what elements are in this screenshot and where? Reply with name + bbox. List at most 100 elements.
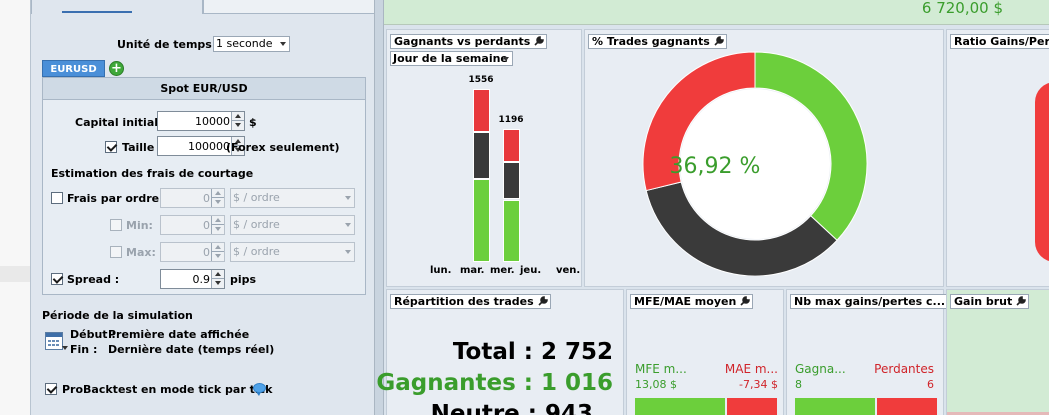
- bar-segment: [473, 178, 490, 262]
- spread-checkbox[interactable]: [51, 273, 63, 285]
- stepper-divider: [212, 197, 224, 198]
- panel-ratio: Ratio Gains/Pertes: [946, 29, 1049, 287]
- calendar-icon[interactable]: [45, 332, 68, 350]
- add-tab-icon[interactable]: +: [109, 61, 124, 76]
- capital-value: 10000: [195, 115, 230, 128]
- time-unit-label: Unité de temps :: [117, 38, 221, 51]
- max-losses-value: 6: [927, 378, 934, 391]
- max-value: 0: [203, 246, 210, 259]
- day-label: jeu.: [520, 265, 542, 276]
- lot-checkbox[interactable]: [105, 141, 117, 153]
- panel-title: MFE/MAE moyen: [630, 294, 754, 309]
- chevron-down-icon: [345, 250, 351, 254]
- fees-stepper[interactable]: [211, 189, 224, 207]
- min-unit-select[interactable]: $ / ordre: [230, 215, 355, 235]
- chevron-down-icon: [345, 196, 351, 200]
- fees-unit-value: $ / ordre: [233, 191, 280, 204]
- stepper-divider: [232, 120, 244, 121]
- donut-center-value: 36,92 %: [669, 154, 761, 179]
- bar-segment: [473, 132, 490, 179]
- neutral-count: Neutre : 943: [430, 401, 593, 415]
- wrench-icon[interactable]: [1016, 296, 1027, 306]
- stepper-up-icon: [235, 114, 241, 118]
- max-unit-value: $ / ordre: [233, 245, 280, 258]
- panel-title: Gain brut: [950, 294, 1030, 309]
- fees-label: Frais par ordre :: [67, 192, 168, 205]
- capital-unit: $: [249, 116, 257, 129]
- stepper-down-icon: [215, 200, 221, 204]
- top-amount: 6 720,00 $: [921, 0, 1003, 17]
- day-label: mar.: [460, 265, 485, 276]
- max-checkbox[interactable]: [110, 246, 122, 258]
- top-tab-underline: [62, 11, 132, 13]
- spot-box: Spot EUR/USD: [42, 77, 366, 295]
- calendar-icon-cell: [48, 344, 51, 346]
- lot-value: 100000: [188, 140, 230, 153]
- min-stepper[interactable]: [211, 216, 224, 234]
- chevron-down-icon: [62, 346, 68, 350]
- tab-eurusd[interactable]: EURUSD: [42, 60, 105, 77]
- day-label: ven.: [556, 265, 581, 276]
- winners-count: Gagnantes : 1 016: [376, 370, 613, 396]
- capital-stepper[interactable]: [231, 112, 244, 130]
- period-header: Période de la simulation: [42, 309, 193, 322]
- tick-checkbox[interactable]: [45, 383, 57, 395]
- settings-panel: Unité de temps : 1 seconde EURUSD + Spot…: [30, 0, 375, 415]
- tick-label: ProBacktest en mode tick par tick: [62, 383, 273, 396]
- min-checkbox[interactable]: [110, 219, 122, 231]
- min-value: 0: [203, 219, 210, 232]
- stepper-divider: [212, 224, 224, 225]
- strip-highlight: [0, 266, 30, 282]
- time-unit-value: 1 seconde: [216, 37, 273, 50]
- panel-max-gains: Nb max gains/pertes c... Gagna... 8 Perd…: [786, 289, 963, 415]
- stepper-down-icon: [235, 123, 241, 127]
- spread-input[interactable]: 0.9: [160, 269, 225, 289]
- spread-stepper[interactable]: [211, 270, 224, 288]
- max-wins-value: 8: [795, 378, 802, 391]
- end-value: Dernière date (temps réel): [108, 343, 275, 356]
- calendar-icon-cell: [52, 344, 55, 346]
- capital-input[interactable]: 10000: [157, 111, 245, 131]
- lot-note: (Forex seulement): [226, 141, 340, 154]
- capital-label: Capital initial :: [75, 116, 167, 129]
- bar-segment: [503, 129, 520, 163]
- time-unit-select[interactable]: 1 seconde: [213, 36, 290, 52]
- stepper-divider: [212, 251, 224, 252]
- stepper-up-icon: [215, 272, 221, 276]
- max-unit-select[interactable]: $ / ordre: [230, 242, 355, 262]
- chevron-down-icon: [280, 42, 286, 46]
- stepper-up-icon: [215, 218, 221, 222]
- stepper-down-icon: [215, 227, 221, 231]
- info-bubble-icon[interactable]: [253, 383, 266, 396]
- end-label: Fin :: [70, 343, 98, 356]
- min-input[interactable]: 0: [160, 215, 225, 235]
- fees-input[interactable]: 0: [160, 188, 225, 208]
- mae-bar: [727, 398, 777, 415]
- calendar-icon-cell: [56, 344, 59, 346]
- mfe-label: MFE m...: [635, 362, 687, 376]
- mfe-value: 13,08 $: [635, 378, 677, 391]
- max-input[interactable]: 0: [160, 242, 225, 262]
- stepper-down-icon: [215, 254, 221, 258]
- wrench-icon[interactable]: [740, 296, 751, 306]
- calendar-icon-cell: [48, 340, 51, 342]
- panel-title-text: MFE/MAE moyen: [634, 295, 737, 308]
- spot-header: Spot EUR/USD: [43, 78, 365, 100]
- splitter-handle[interactable]: [374, 0, 384, 415]
- max-stepper[interactable]: [211, 243, 224, 261]
- fees-header: Estimation des frais de courtage: [51, 167, 254, 180]
- spread-label: Spread :: [67, 273, 120, 286]
- mae-value: -7,34 $: [739, 378, 778, 391]
- left-strip: [0, 0, 30, 415]
- day-label: mer.: [490, 265, 515, 276]
- fees-checkbox[interactable]: [51, 192, 63, 204]
- top-tab-2[interactable]: [203, 0, 375, 14]
- min-unit-value: $ / ordre: [233, 218, 280, 231]
- fees-unit-select[interactable]: $ / ordre: [230, 188, 355, 208]
- bar-chart: lun. 1556 mar. 1196 mer. jeu. ven.: [384, 0, 584, 300]
- fees-value: 0: [203, 192, 210, 205]
- top-tab-1[interactable]: [31, 0, 203, 14]
- spread-value: 0.9: [192, 273, 211, 286]
- max-label: Max:: [126, 246, 156, 259]
- chevron-down-icon: [345, 223, 351, 227]
